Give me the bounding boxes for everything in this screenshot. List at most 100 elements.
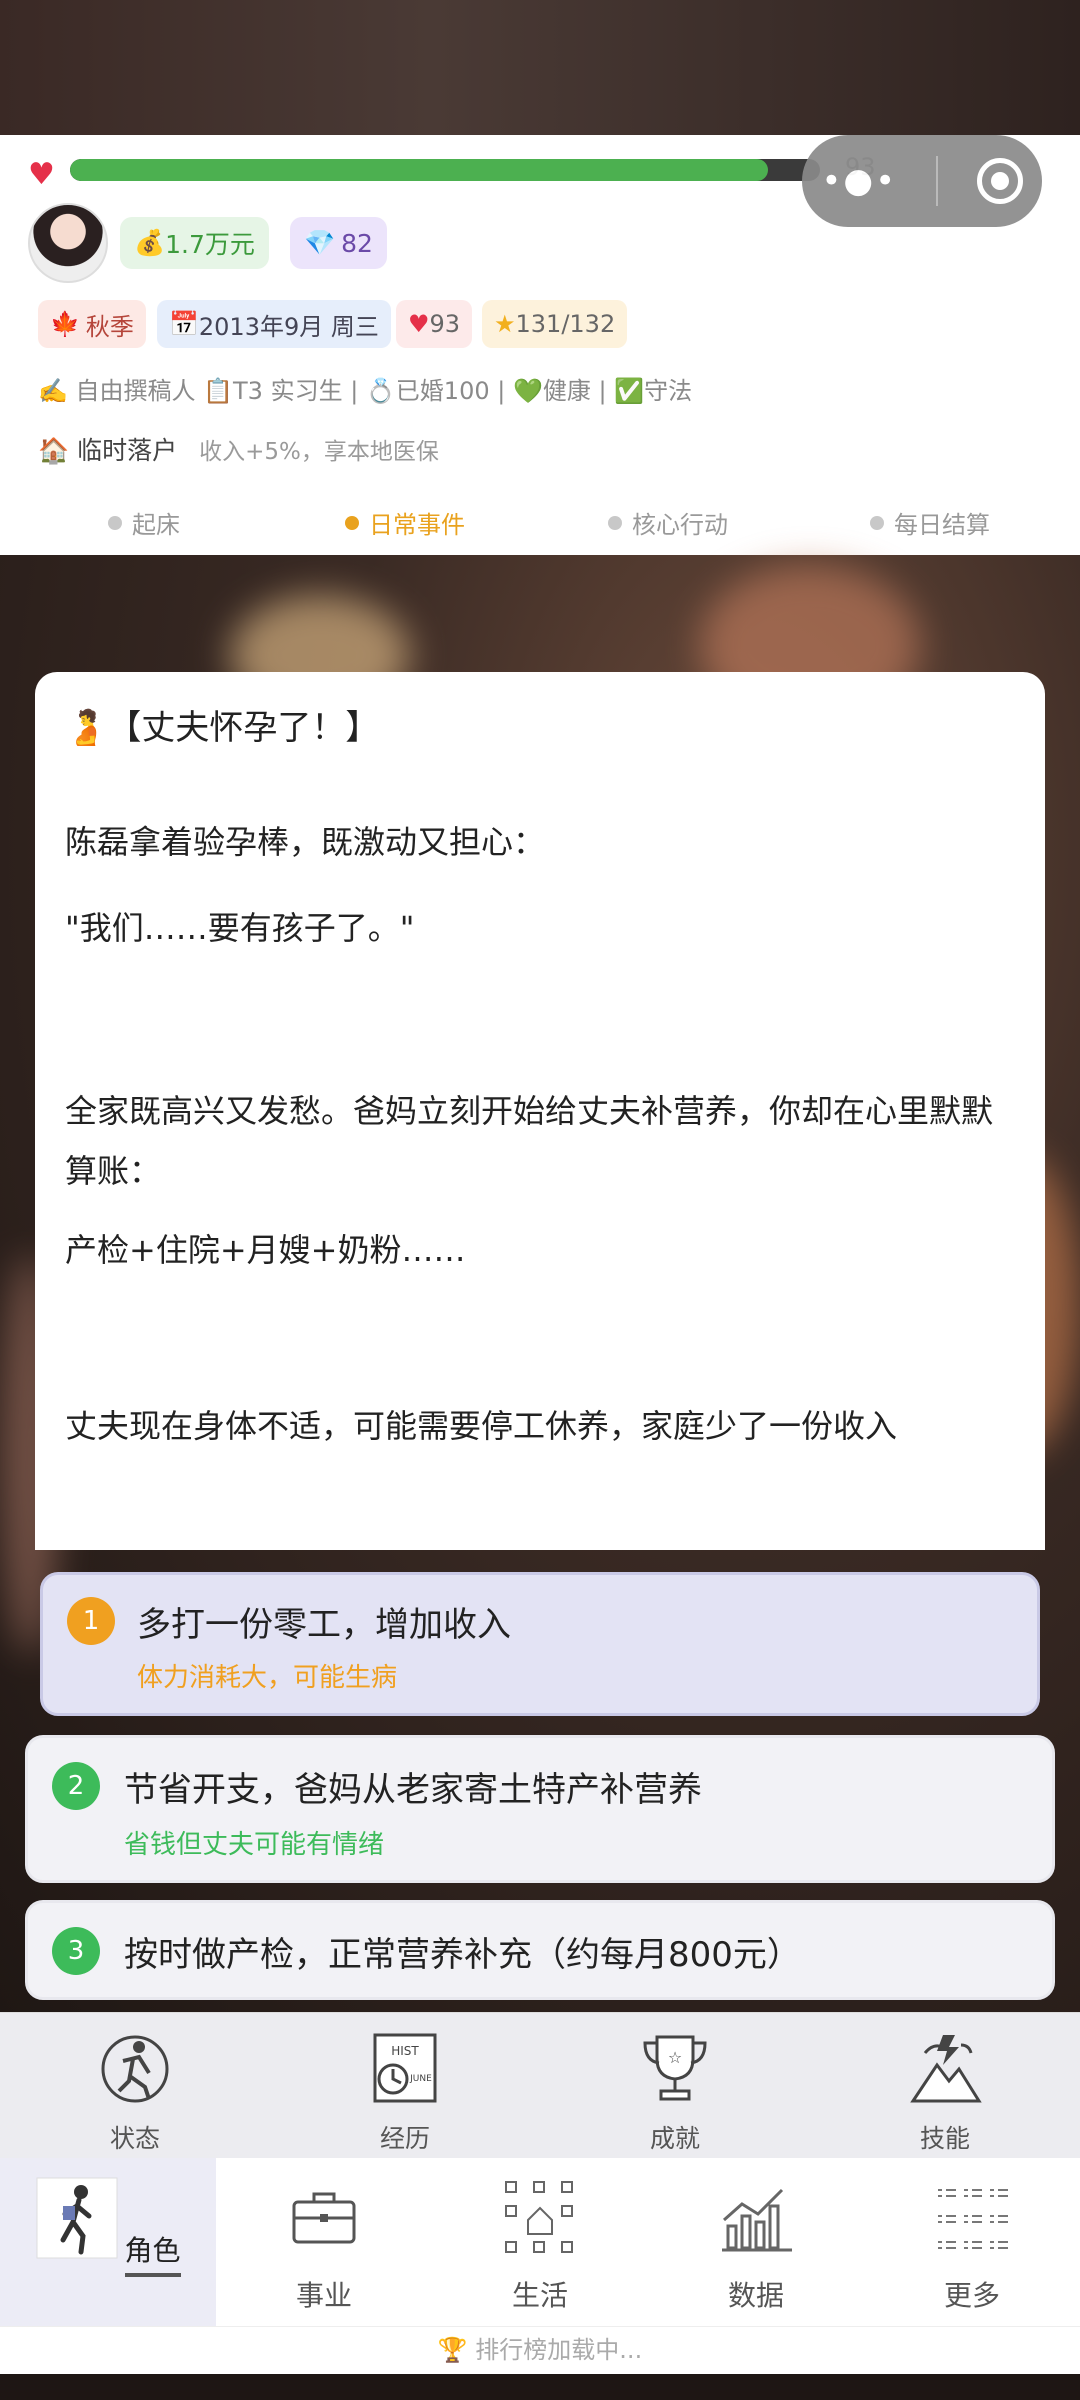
season-tag: 🍁 秋季 bbox=[38, 300, 146, 348]
housing-status: 🏠 临时落户 收入+5%，享本地医保 bbox=[38, 431, 439, 467]
diamond-chip: 💎 82 bbox=[290, 217, 387, 269]
phase-label: 每日结算 bbox=[894, 511, 990, 539]
profile-info-line: ✍️ 自由撰稿人 📋T3 实习生 | 💍已婚100 | 💚健康 | ✅守法 bbox=[38, 377, 693, 405]
more-icon bbox=[938, 2189, 1008, 2249]
tool-label: 技能 bbox=[919, 2124, 970, 2153]
trophy-icon: ☆ bbox=[643, 2035, 707, 2101]
choice-option-1[interactable]: 1 多打一份零工，增加收入 体力消耗大，可能生病 bbox=[40, 1572, 1040, 1716]
nav-label: 事业 bbox=[295, 2279, 352, 2312]
phase-dot bbox=[870, 515, 884, 530]
nav-label: 角色 bbox=[124, 2229, 181, 2277]
nav-data[interactable]: 数据 bbox=[648, 2158, 864, 2326]
star-icon: ★ bbox=[494, 310, 516, 338]
history-icon: HIST JUNE bbox=[373, 2033, 437, 2103]
option-number-badge: 3 bbox=[52, 1927, 100, 1975]
event-title-text: 【丈夫怀孕了！】 bbox=[107, 708, 380, 748]
house-icon: 🏠 bbox=[38, 436, 70, 465]
hp-bar bbox=[70, 159, 820, 181]
option-text: 多打一份零工，增加收入 bbox=[137, 1605, 511, 1645]
calendar-icon: 📅 bbox=[169, 310, 199, 338]
tool-bar: 状态 HIST JUNE 经历 ☆ 成就 技能 bbox=[0, 2012, 1080, 2158]
season-label: 秋季 bbox=[85, 312, 134, 341]
tool-label: 成就 bbox=[649, 2124, 700, 2153]
nav-label: 生活 bbox=[511, 2279, 568, 2312]
skill-icon bbox=[910, 2035, 982, 2103]
tool-history[interactable]: HIST JUNE 经历 bbox=[305, 2013, 505, 2159]
event-title: 🫄【丈夫怀孕了！】 bbox=[65, 700, 1015, 749]
heart-icon: ♥ bbox=[408, 310, 430, 338]
close-circle-icon[interactable] bbox=[976, 158, 1023, 204]
avatar[interactable] bbox=[28, 203, 108, 283]
stars-tag: ★ 131/132 bbox=[482, 300, 628, 348]
tool-achievement[interactable]: ☆ 成就 bbox=[575, 2013, 775, 2159]
health-value: 93 bbox=[429, 310, 461, 338]
story-paragraph: 产检+住院+月嫂+奶粉…… bbox=[65, 1231, 466, 1269]
nav-career[interactable]: 事业 bbox=[216, 2158, 432, 2326]
heart-icon: ♥ bbox=[28, 157, 55, 192]
svg-text:☆: ☆ bbox=[668, 2048, 682, 2067]
more-dots-icon[interactable]: •●• bbox=[821, 161, 897, 201]
stars-value: 131/132 bbox=[515, 310, 616, 338]
phase-dot bbox=[108, 515, 122, 530]
option-number-badge: 2 bbox=[52, 1762, 100, 1810]
tool-label: 经历 bbox=[379, 2124, 430, 2153]
phase-label: 核心行动 bbox=[632, 511, 728, 539]
background-bottom-strip bbox=[0, 2374, 1080, 2400]
event-story-card: 🫄【丈夫怀孕了！】 陈磊拿着验孕棒，既激动又担心： "我们……要有孩子了。" 全… bbox=[35, 672, 1045, 1550]
diamond-icon: 💎 bbox=[304, 228, 336, 257]
phase-core-action: 核心行动 bbox=[608, 505, 728, 540]
nav-label: 更多 bbox=[943, 2279, 1000, 2312]
phase-label: 起床 bbox=[132, 511, 180, 539]
story-paragraph: 陈磊拿着验孕棒，既激动又担心： bbox=[65, 823, 546, 861]
money-bag-icon: 💰 bbox=[134, 228, 166, 257]
option-text: 节省开支，爸妈从老家寄土特产补营养 bbox=[124, 1770, 702, 1810]
phase-dot bbox=[345, 515, 359, 530]
phase-settlement: 每日结算 bbox=[870, 505, 990, 540]
capsule-divider bbox=[935, 156, 938, 206]
background-shop-sign bbox=[0, 0, 1080, 135]
diamond-value: 82 bbox=[341, 228, 373, 258]
money-value: 1.7万元 bbox=[165, 230, 255, 259]
tool-skill[interactable]: 技能 bbox=[845, 2013, 1045, 2159]
housing-label: 临时落户 bbox=[77, 436, 178, 465]
svg-text:JUNE: JUNE bbox=[409, 2074, 432, 2084]
phase-label: 日常事件 bbox=[369, 511, 465, 539]
choice-option-3[interactable]: 3 按时做产检，正常营养补充（约每月800元） bbox=[25, 1900, 1055, 2000]
mini-program-capsule: •●• bbox=[802, 135, 1042, 227]
option-number-badge: 1 bbox=[67, 1597, 115, 1645]
nav-more[interactable]: 更多 bbox=[864, 2158, 1080, 2326]
option-hint: 体力消耗大，可能生病 bbox=[137, 1663, 398, 1693]
phase-steps: 起床 日常事件 核心行动 每日结算 bbox=[0, 505, 1080, 549]
chart-icon bbox=[722, 2188, 792, 2252]
life-icon bbox=[505, 2181, 573, 2253]
tool-label: 状态 bbox=[109, 2124, 160, 2153]
story-paragraph: 丈夫现在身体不适，可能需要停工休养，家庭少了一份收入 bbox=[65, 1407, 898, 1445]
nav-character[interactable]: 角色 bbox=[0, 2158, 216, 2326]
date-label: 2013年9月 周三 bbox=[198, 312, 379, 341]
money-chip: 💰 1.7万元 bbox=[120, 217, 269, 269]
story-paragraph: "我们……要有孩子了。" bbox=[65, 909, 415, 947]
pregnant-person-icon: 🫄 bbox=[65, 708, 108, 748]
story-paragraph: 全家既高兴又发愁。爸妈立刻开始给丈夫补营养，你却在心里默默算账： bbox=[65, 1092, 994, 1190]
housing-desc: 收入+5%，享本地医保 bbox=[199, 439, 439, 465]
option-text: 按时做产检，正常营养补充（约每月800元） bbox=[124, 1935, 801, 1975]
choice-option-2[interactable]: 2 节省开支，爸妈从老家寄土特产补营养 省钱但丈夫可能有情绪 bbox=[25, 1735, 1055, 1883]
character-icon bbox=[36, 2177, 118, 2259]
tool-status[interactable]: 状态 bbox=[35, 2013, 235, 2159]
health-tag: ♥ 93 bbox=[396, 300, 473, 348]
phase-daily-event: 日常事件 bbox=[345, 505, 465, 540]
phase-wake: 起床 bbox=[108, 505, 180, 540]
bottom-nav: 角色 事业 生活 数据 更多 bbox=[0, 2158, 1080, 2326]
nav-label: 数据 bbox=[727, 2279, 784, 2312]
svg-text:HIST: HIST bbox=[391, 2044, 419, 2058]
date-tag: 📅 2013年9月 周三 bbox=[157, 300, 391, 348]
leaderboard-status[interactable]: 🏆 排行榜加载中... bbox=[0, 2326, 1080, 2374]
phase-dot bbox=[608, 515, 622, 530]
hp-bar-fill bbox=[70, 159, 768, 181]
status-panel: ♥ 93 •●• 💰 1.7万元 💎 82 🍁 秋季 📅 2013年9月 周三 bbox=[0, 135, 1080, 555]
nav-life[interactable]: 生活 bbox=[432, 2158, 648, 2326]
status-icon bbox=[101, 2035, 169, 2103]
briefcase-icon bbox=[292, 2192, 356, 2244]
option-hint: 省钱但丈夫可能有情绪 bbox=[124, 1830, 385, 1860]
maple-leaf-icon: 🍁 bbox=[50, 310, 80, 338]
